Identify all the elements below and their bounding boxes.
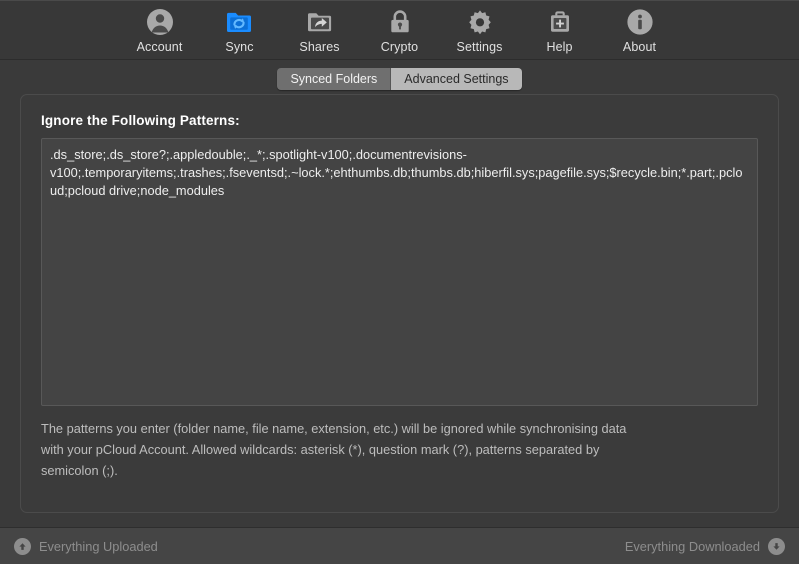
content-area: Ignore the Following Patterns: The patte… [0,92,799,527]
arrow-up-icon [14,538,31,555]
upload-status-label: Everything Uploaded [39,539,158,554]
main-toolbar: Account Sync [0,0,799,60]
toolbar-label-shares: Shares [299,40,339,54]
toolbar-item-help[interactable]: Help [520,1,600,54]
download-status-label: Everything Downloaded [625,539,760,554]
download-status[interactable]: Everything Downloaded [625,538,785,555]
shares-folder-icon [305,7,335,37]
advanced-settings-panel: Ignore the Following Patterns: The patte… [20,94,779,513]
panel-help-text: The patterns you enter (folder name, fil… [41,418,641,481]
toolbar-item-crypto[interactable]: Crypto [360,1,440,54]
toolbar-item-account[interactable]: Account [120,1,200,54]
toolbar-item-settings[interactable]: Settings [440,1,520,54]
toolbar-label-sync: Sync [225,40,253,54]
pcloud-window: Account Sync [0,0,799,564]
toolbar-item-shares[interactable]: Shares [280,1,360,54]
tab-bar-container: Synced Folders Advanced Settings [0,60,799,92]
tab-bar: Synced Folders Advanced Settings [277,68,521,90]
upload-status[interactable]: Everything Uploaded [14,538,158,555]
toolbar-label-settings: Settings [457,40,503,54]
toolbar-label-crypto: Crypto [381,40,418,54]
arrow-down-icon [768,538,785,555]
tab-synced-folders[interactable]: Synced Folders [277,68,391,90]
panel-title: Ignore the Following Patterns: [41,113,758,128]
account-icon [145,7,175,37]
info-icon [625,7,655,37]
lock-icon [385,7,415,37]
gear-icon [465,7,495,37]
status-bar: Everything Uploaded Everything Downloade… [0,527,799,564]
sync-folder-icon [225,7,255,37]
toolbar-item-sync[interactable]: Sync [200,1,280,54]
toolbar-item-about[interactable]: About [600,1,680,54]
ignore-patterns-input[interactable] [41,138,758,406]
tab-advanced-settings[interactable]: Advanced Settings [391,68,521,90]
first-aid-kit-icon [545,7,575,37]
toolbar-label-help: Help [546,40,572,54]
toolbar-label-about: About [623,40,656,54]
toolbar-label-account: Account [137,40,183,54]
